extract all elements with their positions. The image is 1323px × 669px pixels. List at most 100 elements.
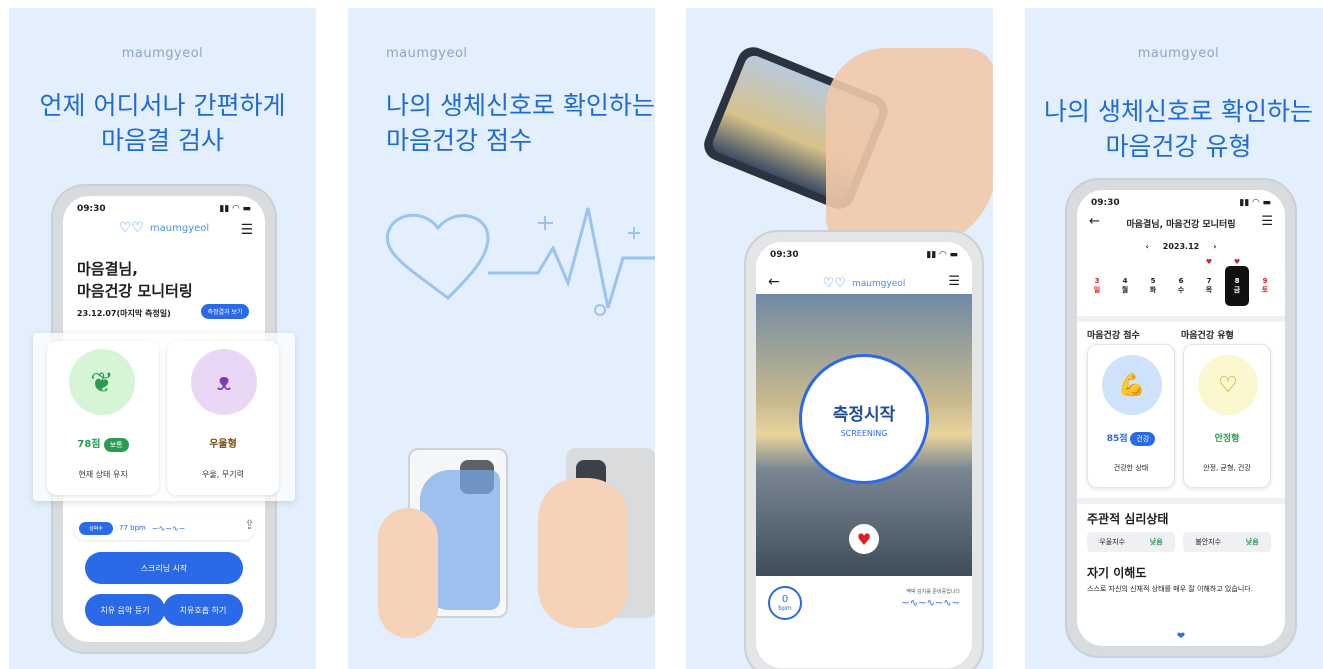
day-of-week: 화 xyxy=(1149,286,1157,294)
type-card[interactable]: ᴥ 우울형 우울, 무기력 xyxy=(167,341,279,495)
greeting: 마음결님, 마음건강 모니터링 xyxy=(77,258,193,302)
day-cell[interactable]: 9토 xyxy=(1253,266,1277,306)
subjective-heading: 주관적 심리상태 xyxy=(1087,512,1169,526)
app-header-logo: ♡♡ maumgyeol xyxy=(63,220,265,236)
day-cell[interactable]: 6수 xyxy=(1169,266,1193,306)
headline-line-1: 나의 생체신호로 확인하는 xyxy=(386,91,655,120)
headline: 언제 어디서나 간편하게 마음결 검사 xyxy=(9,88,316,158)
current-month: 2023.12 xyxy=(1162,242,1200,251)
scroll-heart-icon[interactable]: ❤ xyxy=(1177,631,1185,642)
status-time: 09:30 xyxy=(1091,198,1120,208)
view-result-button[interactable]: 측정결과 보기 xyxy=(201,304,249,319)
score-heading: 마음건강 점수 xyxy=(1087,331,1140,341)
prev-month-icon[interactable]: ‹ xyxy=(1145,242,1148,251)
self-understanding-heading: 자기 이해도 xyxy=(1087,566,1147,580)
status-bar: 09:30 ▮▮ ◠ ▬ xyxy=(1091,198,1271,208)
menu-icon[interactable]: ☰ xyxy=(1261,214,1273,229)
score-badge: 건강 xyxy=(1130,432,1156,446)
score-caption: 현재 상태 유지 xyxy=(78,470,128,479)
day-number: 4 xyxy=(1122,277,1128,285)
logo-text: maumgyeol xyxy=(851,278,906,289)
day-number: 9 xyxy=(1262,277,1268,285)
logo-icon: ♡♡ xyxy=(822,276,846,291)
phone-mockup: 09:30 ▮▮ ◠ ▬ ← ♡♡ maumgyeol ☰ 측정시작 SCREE… xyxy=(744,230,984,669)
pulse-wait-text: 맥박 감지를 준비중입니다 xyxy=(906,589,960,595)
menu-icon[interactable]: ☰ xyxy=(948,274,960,289)
bpm-value: 0 xyxy=(781,594,789,605)
promo-panel-3: 09:30 ▮▮ ◠ ▬ ← ♡♡ maumgyeol ☰ 측정시작 SCREE… xyxy=(686,8,993,669)
month-selector: ‹ 2023.12 › xyxy=(1077,242,1285,251)
pulse-wave-icon: ~∿~∿~ xyxy=(151,523,186,533)
day-cell[interactable]: 4월 xyxy=(1113,266,1137,306)
hand-photo xyxy=(826,48,993,248)
healing-music-button[interactable]: 치유 음악 듣기 xyxy=(85,594,165,626)
day-number: 5 xyxy=(1150,277,1156,285)
type-card[interactable]: ♡ 안정형 안정, 균형, 건강 xyxy=(1183,344,1271,488)
day-number: 6 xyxy=(1178,277,1184,285)
divider xyxy=(1077,498,1285,504)
status-bar: 09:30 ▮▮ ◠ ▬ xyxy=(77,204,251,214)
greeting-line-1: 마음결님, xyxy=(77,260,138,278)
status-bar: 09:30 ▮▮ ◠ ▬ xyxy=(770,250,958,260)
promo-panel-1: maumgyeol 언제 어디서나 간편하게 마음결 검사 09:30 ▮▮ ◠… xyxy=(9,8,316,669)
score-value: 78점 xyxy=(77,439,101,450)
headline-line-2: 마음건강 유형 xyxy=(1105,132,1252,161)
share-icon[interactable]: ⇪ xyxy=(244,518,255,533)
day-of-week: 목 xyxy=(1205,286,1213,294)
week-strip: 3일 4월 5화 6수 ♥ 7 목 ♥ 8 금 9토 xyxy=(1085,258,1285,306)
result-cards-overlay: ❦ 78점 보통 현재 상태 유지 ᴥ 우울형 우울, 무기력 xyxy=(33,333,295,501)
measure-title: 측정시작 xyxy=(832,405,896,425)
anxiety-index: 불안지수 낮음 xyxy=(1183,532,1271,552)
day-number: 3 xyxy=(1094,277,1100,285)
heart-pulse-illustration xyxy=(385,207,655,316)
day-number: 7 xyxy=(1206,277,1212,285)
logo-text: maumgyeol xyxy=(149,222,210,234)
score-card[interactable]: ❦ 78점 보통 현재 상태 유지 xyxy=(47,341,159,495)
measure-start-button[interactable]: 측정시작 SCREENING xyxy=(799,354,929,484)
bpm-unit: bpm xyxy=(778,605,792,612)
heart-rate-chip: 심박수 xyxy=(79,521,113,535)
app-header-logo: ♡♡ maumgyeol xyxy=(756,276,972,291)
last-measure-date: 23.12.07(마지막 측정일) xyxy=(77,309,171,318)
day-cell-selected[interactable]: ♥ 8 금 xyxy=(1225,258,1249,306)
day-of-week: 일 xyxy=(1093,286,1101,294)
anxiety-value: 낮음 xyxy=(1245,538,1259,546)
headline: 나의 생체신호로 확인하는 마음건강 점수 xyxy=(386,88,655,158)
screening-start-button[interactable]: 스크리닝 시작 xyxy=(85,552,243,584)
sunset-background: 측정시작 SCREENING ♥ xyxy=(756,294,972,576)
type-value: 안정형 xyxy=(1214,434,1240,444)
self-understanding-text: 스스로 자신의 신체적 상태를 매우 잘 이해하고 있습니다. xyxy=(1087,585,1253,593)
headline-line-1: 언제 어디서나 간편하게 xyxy=(39,91,286,120)
day-cell[interactable]: 3일 xyxy=(1085,266,1109,306)
face-icon: ᴥ xyxy=(191,349,257,415)
anxiety-label: 불안지수 xyxy=(1195,538,1222,546)
heart-balance-icon: ♡ xyxy=(1198,355,1258,415)
next-month-icon[interactable]: › xyxy=(1213,242,1216,251)
day-cell[interactable]: ♥ 7 목 xyxy=(1197,258,1221,306)
heart-rate-bar: 심박수 77 bpm ~∿~∿~ xyxy=(73,516,255,540)
healing-breath-button[interactable]: 치유호흡 하기 xyxy=(163,594,243,626)
type-caption: 안정, 균형, 건강 xyxy=(1203,464,1251,472)
depression-label: 우울지수 xyxy=(1099,538,1126,546)
brand-logo: maumgyeol xyxy=(386,46,468,61)
depression-index: 우울지수 낮음 xyxy=(1087,532,1175,552)
score-row: 78점 보통 xyxy=(47,435,159,452)
headline-line-2: 마음결 검사 xyxy=(101,126,224,155)
day-cell[interactable]: 5화 xyxy=(1141,266,1165,306)
signal-icon: ▮▮ ◠ ▬ xyxy=(1239,198,1271,208)
score-card[interactable]: 💪 85점 건강 건강한 상태 xyxy=(1087,344,1175,488)
phone-mockup: 09:30 ▮▮ ◠ ▬ ← 마음결님, 마음건강 모니터링 ☰ ‹ 2023.… xyxy=(1065,178,1297,658)
type-heading: 마음건강 유형 xyxy=(1181,331,1234,341)
status-time: 09:30 xyxy=(770,250,799,260)
day-of-week: 수 xyxy=(1177,286,1185,294)
day-of-week: 금 xyxy=(1233,286,1241,294)
type-value: 우울형 xyxy=(209,439,237,450)
menu-icon[interactable]: ☰ xyxy=(240,222,253,238)
heart-marker-icon: ♥ xyxy=(1233,258,1241,266)
phone-screen: 09:30 ▮▮ ◠ ▬ ← ♡♡ maumgyeol ☰ 측정시작 SCREE… xyxy=(756,242,972,668)
day-of-week: 월 xyxy=(1121,286,1129,294)
leaf-icon: ❦ xyxy=(69,349,135,415)
type-caption: 우울, 무기력 xyxy=(202,470,244,479)
logo-icon: ♡♡ xyxy=(118,220,144,236)
brand-logo: maumgyeol xyxy=(121,46,204,61)
